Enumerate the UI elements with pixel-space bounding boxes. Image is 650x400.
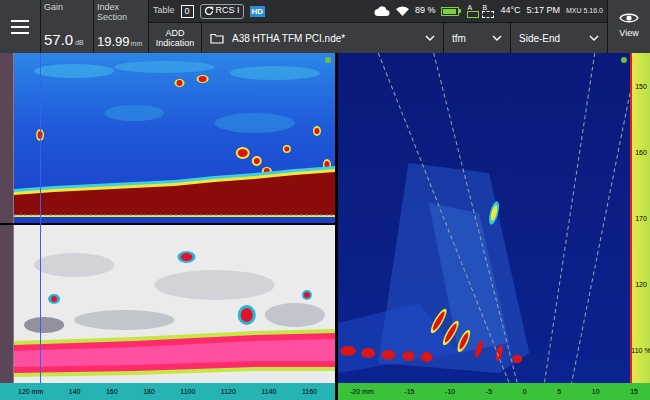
rcs-label: RCS I (216, 4, 240, 18)
scale-label: 150 (635, 83, 647, 90)
index-section-value: 19.99 (97, 35, 130, 48)
menu-icon (11, 20, 29, 34)
axis-label: -10 (445, 388, 455, 395)
layout-label: Side-End (519, 31, 560, 46)
left-view: 120 mm 140 160 180 1100 1120 1140 1160 (0, 53, 335, 400)
axis-label: 1100 (180, 388, 195, 395)
refresh-icon (204, 6, 214, 16)
view-label: View (619, 27, 638, 41)
layout-dropdown[interactable]: Side-End (511, 23, 607, 53)
b-scan-image (14, 225, 335, 383)
horizontal-ruler: 120 mm 140 160 180 1100 1120 1140 1160 (0, 383, 335, 400)
b-scan-view[interactable] (14, 225, 335, 383)
axis-label: 1160 (302, 388, 317, 395)
axis-label: 140 (69, 388, 81, 395)
horizontal-ruler: -20 mm -15 -10 -5 0 5 10 15 (338, 383, 650, 400)
scale-label: 170 (635, 215, 647, 222)
status-row: Table 0 RCS I HD 89 % (149, 0, 607, 22)
axis-label: 5 (557, 388, 561, 395)
clock: 5:17 PM (527, 4, 561, 18)
gain-label: Gain (44, 2, 90, 13)
software-version: MXU 5.16.0 (566, 6, 603, 17)
axis-label: 160 (106, 388, 118, 395)
battery-track (441, 7, 459, 16)
cursor-line[interactable] (40, 53, 41, 383)
axis-label: 1120 (221, 388, 236, 395)
eye-icon (619, 12, 639, 24)
system-status: 89 % AB 44°C 5:17 PM MXU 5.16.0 (374, 4, 603, 18)
c-scan-image (14, 53, 335, 223)
axis-label: 120 mm (18, 388, 43, 395)
axis-label: 0 (523, 388, 527, 395)
chevron-down-icon (425, 35, 435, 41)
axis-label: 10 (592, 388, 600, 395)
add-indication-button[interactable]: ADD Indication (149, 23, 201, 53)
channel-indicator: B (482, 4, 494, 18)
channel-label: A (467, 4, 472, 11)
mode-label: tfm (452, 31, 466, 46)
index-section-readout[interactable]: Index Section 19.99 mm (94, 0, 148, 53)
channel-indicators: AB (467, 4, 494, 18)
channel-box (482, 11, 494, 18)
axis-label: -20 mm (350, 388, 374, 395)
axis-label: 15 (630, 388, 638, 395)
folder-icon (210, 33, 224, 44)
view-button[interactable]: View (608, 0, 650, 53)
c-scan-view[interactable] (14, 53, 335, 223)
color-scale: 150 160 170 120 110 % (630, 53, 650, 383)
index-section-unit: mm (131, 39, 143, 50)
wifi-icon (396, 6, 409, 16)
app-screen: Gain 57.0 dB Index Section 19.99 mm Tabl… (0, 0, 650, 400)
file-name: A38 HTHA TFM PCI.nde* (232, 31, 417, 46)
scale-label: 160 (635, 149, 647, 156)
scale-label: 110 % (631, 347, 650, 354)
axis-label: -5 (486, 388, 492, 395)
battery-icon (441, 7, 461, 16)
channel-box (467, 11, 479, 18)
table-label: Table (153, 4, 175, 18)
scale-label: 120 (635, 281, 647, 288)
chevron-down-icon (492, 35, 502, 41)
toolbar: Table 0 RCS I HD 89 % (149, 0, 607, 53)
gain-value: 57.0 (44, 32, 73, 47)
battery-percent: 89 % (415, 4, 436, 18)
axis-label: -15 (404, 388, 414, 395)
tfm-view[interactable] (338, 53, 630, 383)
tfm-image (338, 53, 630, 383)
views: 120 mm 140 160 180 1100 1120 1140 1160 (0, 53, 650, 400)
temperature: 44°C (500, 4, 520, 18)
right-view: 150 160 170 120 110 % -20 mm -15 -10 -5 0 5 10 15 (338, 53, 650, 400)
axis-label: 180 (143, 388, 155, 395)
table-value[interactable]: 0 (181, 5, 194, 18)
channel-label: B (482, 4, 487, 11)
main-menu-button[interactable] (0, 0, 40, 53)
toolbar-row: ADD Indication A38 HTHA TFM PCI.nde* tfm… (149, 23, 607, 53)
axis-label: 1140 (261, 388, 276, 395)
file-selector[interactable]: A38 HTHA TFM PCI.nde* (202, 23, 443, 53)
index-section-label: Index Section (97, 2, 145, 22)
channel-indicator: A (467, 4, 479, 18)
vertical-ruler (0, 53, 14, 383)
top-bar: Gain 57.0 dB Index Section 19.99 mm Tabl… (0, 0, 650, 53)
mode-dropdown[interactable]: tfm (444, 23, 510, 53)
scan-images (14, 53, 335, 383)
cloud-icon (374, 6, 390, 16)
gain-readout[interactable]: Gain 57.0 dB (41, 0, 93, 53)
gain-unit: dB (75, 38, 84, 49)
hd-badge: HD (250, 6, 266, 17)
rcs-button[interactable]: RCS I (200, 4, 244, 19)
chevron-down-icon (589, 35, 599, 41)
battery-fill (443, 9, 455, 14)
